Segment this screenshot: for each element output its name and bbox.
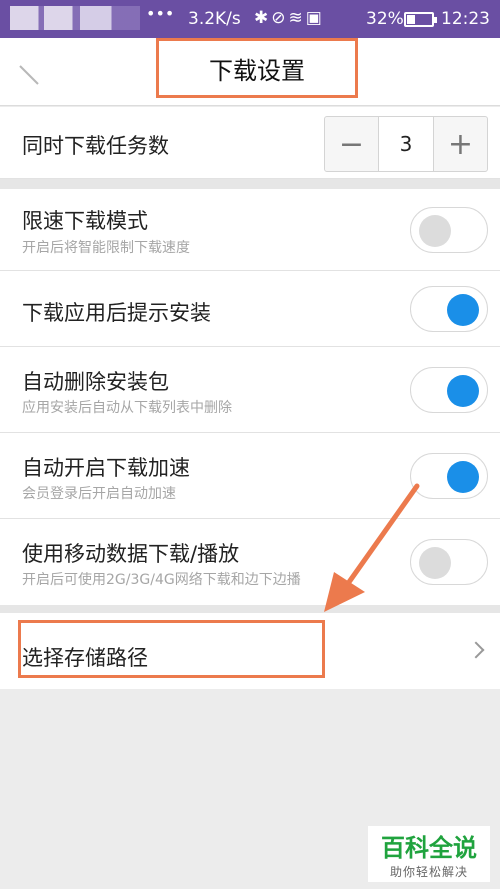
decrement-button[interactable]: −	[325, 117, 379, 171]
watermark-subtitle: 助你轻松解决	[389, 865, 468, 879]
setting-desc-speed-limit: 开启后将智能限制下载速度	[22, 240, 190, 256]
blurred-notification-icons	[10, 6, 140, 30]
status-icons: ✱⊘≋▣	[254, 8, 325, 28]
task-count-stepper[interactable]: − 3 +	[324, 116, 488, 172]
page-header: 下载设置	[0, 38, 500, 106]
mobile-data-toggle[interactable]	[410, 539, 488, 585]
back-button[interactable]	[14, 60, 42, 88]
setting-row-auto-delete[interactable]: 自动删除安装包 应用安装后自动从下载列表中删除	[0, 347, 500, 433]
network-speed: 3.2K/s	[188, 9, 241, 29]
setting-row-mobile-data[interactable]: 使用移动数据下载/播放 开启后可使用2G/3G/4G网络下载和边下边播	[0, 519, 500, 605]
setting-row-install-prompt[interactable]: 下载应用后提示安装	[0, 271, 500, 347]
setting-row-auto-boost[interactable]: 自动开启下载加速 会员登录后开启自动加速	[0, 433, 500, 519]
setting-label-auto-delete: 自动删除安装包	[22, 370, 169, 394]
task-count-value: 3	[379, 117, 433, 171]
status-bar: ••• 3.2K/s ✱⊘≋▣ 32% 12:23	[0, 0, 500, 38]
storage-path-highlight	[18, 620, 325, 678]
setting-desc-auto-delete: 应用安装后自动从下载列表中删除	[22, 400, 232, 416]
setting-label-concurrent: 同时下载任务数	[22, 134, 169, 158]
toggle-knob	[419, 215, 451, 247]
toggle-knob	[447, 461, 479, 493]
clock: 12:23	[441, 9, 490, 29]
setting-row-speed-limit[interactable]: 限速下载模式 开启后将智能限制下载速度	[0, 189, 500, 271]
auto-boost-toggle[interactable]	[410, 453, 488, 499]
setting-label-speed-limit: 限速下载模式	[22, 209, 148, 233]
setting-label-install-prompt: 下载应用后提示安装	[22, 301, 211, 325]
watermark-logo: 百科全说 助你轻松解决	[368, 826, 490, 882]
setting-label-mobile-data: 使用移动数据下载/播放	[22, 542, 240, 566]
speed-limit-toggle[interactable]	[410, 207, 488, 253]
more-notifications-indicator: •••	[146, 4, 175, 23]
watermark-title: 百科全说	[381, 834, 477, 862]
install-prompt-toggle[interactable]	[410, 286, 488, 332]
auto-delete-toggle[interactable]	[410, 367, 488, 413]
increment-button[interactable]: +	[433, 117, 487, 171]
toggle-knob	[419, 547, 451, 579]
toggle-knob	[447, 375, 479, 407]
battery-icon	[404, 12, 437, 27]
setting-desc-mobile-data: 开启后可使用2G/3G/4G网络下载和边下边播	[22, 572, 301, 588]
section-divider	[0, 605, 500, 613]
section-divider	[0, 179, 500, 189]
back-arrow-icon	[19, 65, 39, 85]
page-title: 下载设置	[156, 38, 358, 98]
setting-label-auto-boost: 自动开启下载加速	[22, 456, 190, 480]
battery-percent: 32%	[366, 9, 404, 29]
toggle-knob	[447, 294, 479, 326]
setting-desc-auto-boost: 会员登录后开启自动加速	[22, 486, 176, 502]
